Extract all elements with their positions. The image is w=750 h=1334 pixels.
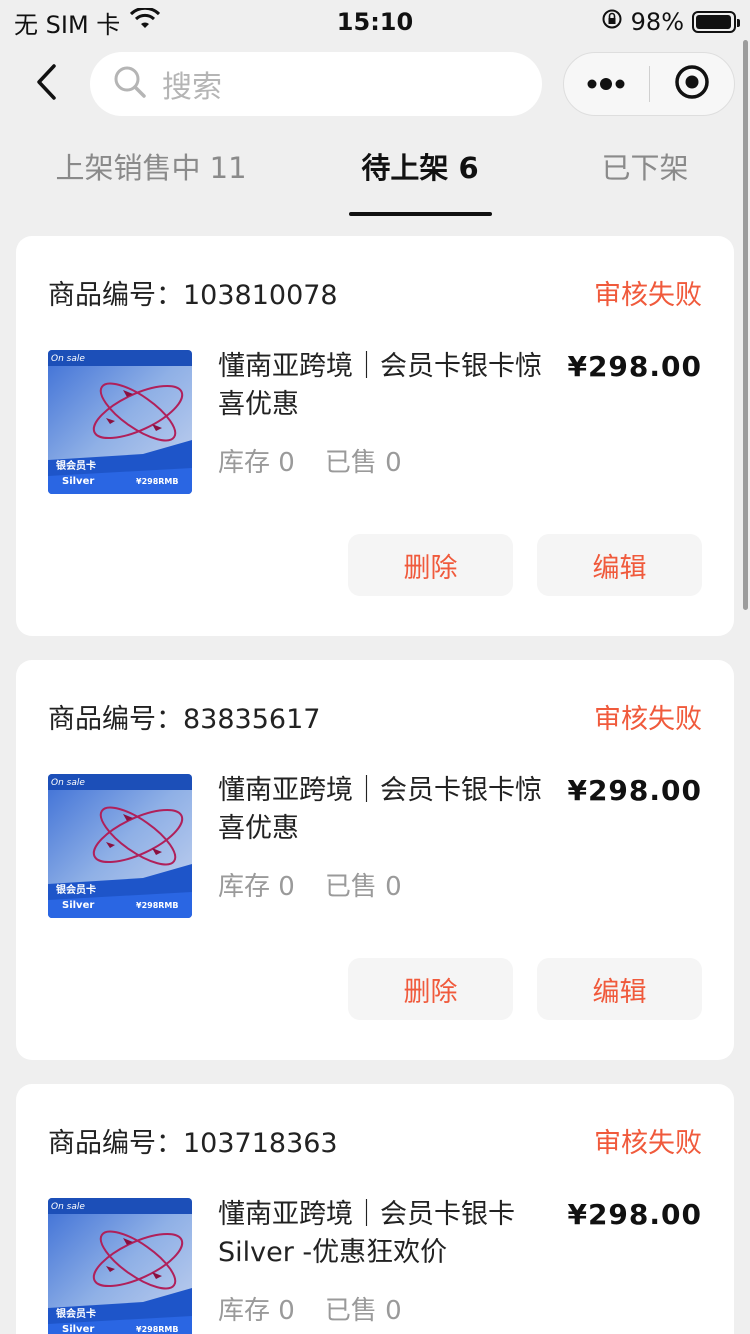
product-price: ¥298.00 <box>567 350 702 383</box>
stock-count: 库存 0 <box>218 1296 295 1326</box>
more-dots-icon <box>586 75 626 94</box>
search-input[interactable]: 搜索 <box>90 52 542 116</box>
battery-icon <box>692 11 740 33</box>
status-bar: 无 SIM 卡 15:10 98% <box>0 0 750 44</box>
close-miniprogram-button[interactable] <box>650 53 735 115</box>
miniprogram-capsule <box>563 52 735 116</box>
search-icon <box>112 64 148 104</box>
thumb-price: ¥298RMB <box>136 1325 178 1334</box>
edit-button[interactable]: 编辑 <box>537 534 702 596</box>
nav-bar: 搜索 <box>0 52 750 116</box>
sold-count: 已售 0 <box>324 872 402 902</box>
product-stats: 库存 0 已售 0 <box>218 1290 402 1327</box>
product-code-label: 商品编号： <box>48 703 183 735</box>
back-button[interactable] <box>26 62 66 106</box>
thumb-card-name: 银会员卡 <box>56 459 96 472</box>
status-badge: 审核失败 <box>594 1127 702 1159</box>
thumb-card-name: 银会员卡 <box>56 883 96 896</box>
product-card: 商品编号：83835617 审核失败 On sale 银会员卡 Silver ¥298… <box>16 660 734 1060</box>
thumb-tier: Silver <box>62 476 94 487</box>
product-code-value: 103810078 <box>183 279 338 311</box>
more-button[interactable] <box>564 53 649 115</box>
thumb-card-name: 银会员卡 <box>56 1307 96 1320</box>
tab-on-sale[interactable]: 上架销售中 11 <box>46 138 256 194</box>
delete-button[interactable]: 删除 <box>348 534 513 596</box>
thumb-badge: On sale <box>51 778 85 788</box>
sold-count: 已售 0 <box>324 1296 402 1326</box>
scroll-indicator[interactable] <box>743 40 748 610</box>
battery-level <box>696 15 732 29</box>
product-thumbnail[interactable]: On sale 银会员卡 Silver ¥298RMB <box>48 1198 192 1334</box>
product-stats: 库存 0 已售 0 <box>218 866 402 903</box>
thumb-tier: Silver <box>62 900 94 911</box>
stock-count: 库存 0 <box>218 872 295 902</box>
thumb-price: ¥298RMB <box>136 477 178 486</box>
thumb-tier: Silver <box>62 1324 94 1334</box>
product-stats: 库存 0 已售 0 <box>218 442 402 479</box>
thumb-badge: On sale <box>51 1202 85 1212</box>
orientation-lock-icon <box>601 8 623 36</box>
membership-card-artwork: On sale 银会员卡 Silver ¥298RMB <box>48 1198 192 1334</box>
thumb-badge: On sale <box>51 354 85 364</box>
tab-pending[interactable]: 待上架 6 <box>330 138 510 194</box>
product-thumbnail[interactable]: On sale 银会员卡 Silver ¥298RMB <box>48 350 192 494</box>
product-thumbnail[interactable]: On sale 银会员卡 Silver ¥298RMB <box>48 774 192 918</box>
product-card: 商品编号：103810078 审核失败 On sale 银会员卡 Silver ¥29… <box>16 236 734 636</box>
battery-percent: 98% <box>630 8 684 36</box>
status-badge: 审核失败 <box>594 279 702 311</box>
status-badge: 审核失败 <box>594 703 702 735</box>
edit-button[interactable]: 编辑 <box>537 958 702 1020</box>
miniprogram-close-icon <box>674 64 710 104</box>
product-code-value: 103718363 <box>183 1127 338 1159</box>
wifi-icon <box>130 6 161 36</box>
product-title[interactable]: 懂南亚跨境｜会员卡银卡Silver -优惠狂欢价 <box>218 1196 558 1272</box>
product-code: 商品编号：103810078 <box>48 273 338 312</box>
search-placeholder: 搜索 <box>162 70 222 105</box>
product-title[interactable]: 懂南亚跨境｜会员卡银卡惊喜优惠 <box>218 772 558 848</box>
tab-delisted[interactable]: 已下架 <box>580 138 710 194</box>
active-tab-indicator <box>349 212 492 216</box>
thumb-price: ¥298RMB <box>136 901 178 910</box>
product-code-label: 商品编号： <box>48 279 183 311</box>
product-code: 商品编号：83835617 <box>48 697 320 736</box>
product-code-value: 83835617 <box>183 703 321 735</box>
back-chevron-icon <box>34 63 58 105</box>
carrier-label: 无 SIM 卡 <box>14 10 121 39</box>
product-price: ¥298.00 <box>567 1198 702 1231</box>
delete-button[interactable]: 删除 <box>348 958 513 1020</box>
membership-card-artwork: On sale 银会员卡 Silver ¥298RMB <box>48 350 192 494</box>
product-card: 商品编号：103718363 审核失败 On sale 银会员卡 Silver ¥29… <box>16 1084 734 1334</box>
product-title[interactable]: 懂南亚跨境｜会员卡银卡惊喜优惠 <box>218 348 558 424</box>
product-code-label: 商品编号： <box>48 1127 183 1159</box>
product-price: ¥298.00 <box>567 774 702 807</box>
tab-bar: 上架销售中 11 待上架 6 已下架 <box>0 130 750 218</box>
product-code: 商品编号：103718363 <box>48 1121 338 1160</box>
membership-card-artwork: On sale 银会员卡 Silver ¥298RMB <box>48 774 192 918</box>
sold-count: 已售 0 <box>324 448 402 478</box>
stock-count: 库存 0 <box>218 448 295 478</box>
